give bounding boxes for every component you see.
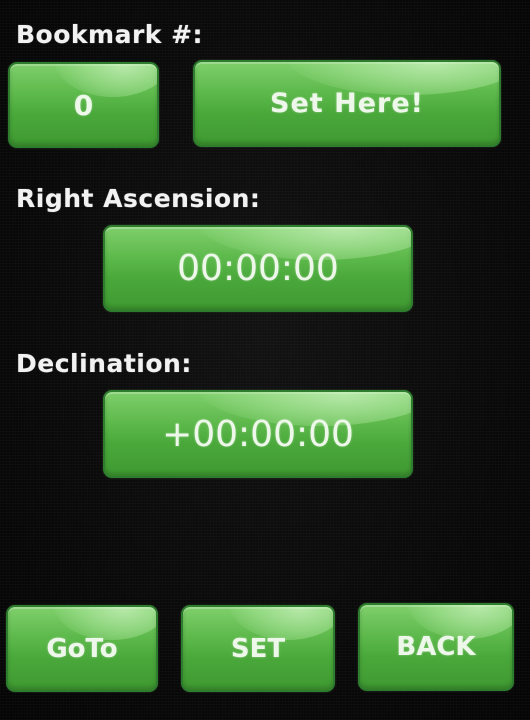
- goto-label: GoTo: [46, 633, 118, 664]
- set-button[interactable]: SET: [181, 605, 335, 692]
- declination-button[interactable]: +00:00:00: [103, 390, 413, 478]
- set-here-label: Set Here!: [270, 88, 424, 119]
- bookmark-number-value: 0: [73, 88, 94, 122]
- right-ascension-value: 00:00:00: [177, 248, 339, 289]
- back-label: BACK: [396, 632, 476, 662]
- declination-label: Declination:: [16, 349, 192, 378]
- declination-value: +00:00:00: [162, 413, 354, 455]
- button-gloss: [54, 64, 157, 97]
- set-label: SET: [230, 633, 286, 664]
- goto-button[interactable]: GoTo: [6, 605, 158, 692]
- right-ascension-label: Right Ascension:: [16, 184, 261, 213]
- back-button[interactable]: BACK: [358, 603, 514, 691]
- set-here-button[interactable]: Set Here!: [193, 60, 501, 147]
- bookmark-number-button[interactable]: 0: [8, 62, 159, 148]
- bookmark-label: Bookmark #:: [16, 20, 204, 49]
- bookmark-screen: Bookmark #: 0 Set Here! Right Ascension:…: [0, 0, 530, 720]
- right-ascension-button[interactable]: 00:00:00: [103, 225, 413, 312]
